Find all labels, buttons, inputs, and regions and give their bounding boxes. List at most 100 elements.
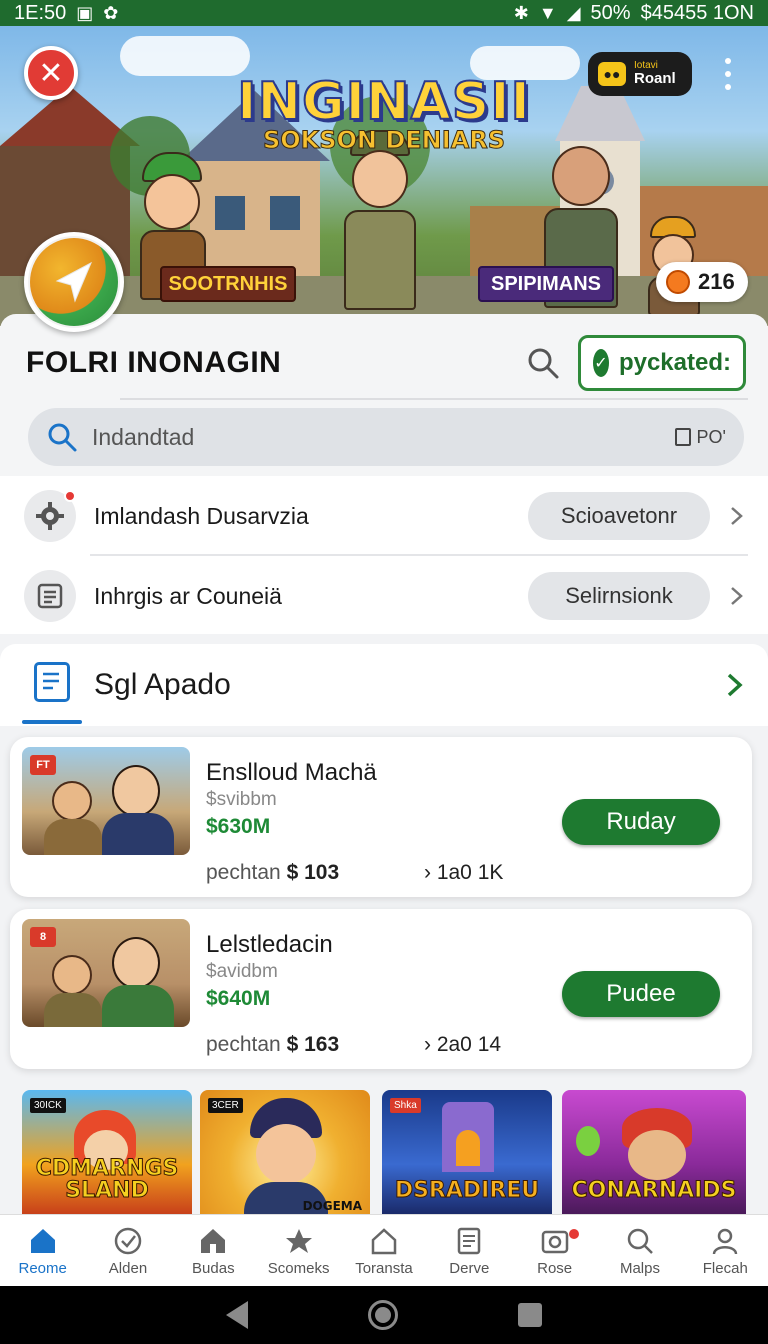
cloud bbox=[120, 36, 250, 76]
settings-row[interactable]: Inhrgis ar Couneiä Selirnsionk bbox=[0, 556, 768, 636]
nav-malps[interactable]: Malps bbox=[597, 1215, 682, 1287]
chevron-right-icon bbox=[731, 507, 743, 525]
listing-meta-secondary: › 2a0 14 bbox=[424, 1033, 502, 1056]
listing-subtitle: $svibbm bbox=[206, 789, 277, 810]
listing-card[interactable]: 8 Lelstledacin $avidbm $640M pechtan $ 1… bbox=[10, 909, 752, 1069]
person-icon bbox=[713, 1228, 738, 1254]
coin-count: 216 bbox=[698, 269, 735, 294]
listing-price: $640M bbox=[206, 987, 271, 1010]
nav-label: Reome bbox=[18, 1259, 67, 1277]
listing-meta-label: pechtan bbox=[206, 861, 281, 884]
home-button-icon[interactable] bbox=[368, 1300, 398, 1330]
nav-alden[interactable]: Alden bbox=[85, 1215, 170, 1287]
bluetooth-icon: ✱ bbox=[513, 3, 529, 23]
nav-rose[interactable]: Rose bbox=[512, 1215, 597, 1287]
notification-dot bbox=[64, 490, 76, 502]
listing-thumbnail: FT bbox=[22, 747, 190, 855]
settings-row-action[interactable]: Scioavetonr bbox=[528, 492, 710, 540]
tile-title: DOGEMA bbox=[302, 1199, 362, 1213]
search-filter[interactable]: PO' bbox=[674, 426, 726, 448]
nav-derve[interactable]: Derve bbox=[427, 1215, 512, 1287]
game-tile[interactable]: 30ICK CDMARNGS SLAND bbox=[22, 1090, 192, 1214]
round-pill[interactable]: ●● Iotavi Roanl bbox=[588, 52, 692, 96]
settings-row-label: Imlandash Dusarvzia bbox=[94, 502, 309, 529]
home-icon bbox=[30, 1228, 55, 1253]
checkmark-icon: ✓ bbox=[593, 349, 609, 377]
search-bar[interactable]: Indandtad PO' bbox=[28, 408, 744, 466]
document-icon bbox=[458, 1227, 481, 1254]
listing-meta-label: pechtan bbox=[206, 1033, 281, 1056]
settings-row-label: Inhrgis ar Couneiä bbox=[94, 582, 282, 609]
search-icon bbox=[627, 1228, 653, 1254]
listing-action-button[interactable]: Ruday bbox=[562, 799, 720, 845]
character-soldier bbox=[330, 126, 430, 316]
document-icon bbox=[24, 570, 76, 622]
picked-button-label: pyckated: bbox=[618, 349, 731, 376]
nav-toransta[interactable]: Toransta bbox=[341, 1215, 426, 1287]
game-tile[interactable]: 3CER DOGEMA bbox=[200, 1090, 370, 1214]
settings-row[interactable]: Imlandash Dusarvzia Scioavetonr bbox=[0, 476, 768, 556]
back-icon[interactable] bbox=[226, 1301, 248, 1329]
close-button[interactable]: ✕ bbox=[24, 46, 78, 100]
check-circle-icon bbox=[114, 1227, 142, 1254]
nav-label: Flecah bbox=[702, 1259, 748, 1277]
hero-subtitle: SOKSON DENIARS bbox=[262, 126, 506, 155]
coin-icon bbox=[666, 270, 690, 294]
listing-meta-secondary: › 1a0 1K bbox=[424, 861, 504, 884]
listing-meta-secondary-value: 2a0 14 bbox=[436, 1033, 502, 1056]
tile-badge: 3CER bbox=[208, 1098, 243, 1113]
listing-meta-value: $ 163 bbox=[286, 1033, 340, 1056]
list-icon bbox=[34, 662, 70, 702]
coin-counter[interactable]: 216 bbox=[656, 262, 748, 302]
nav-flecah[interactable]: Flecah bbox=[683, 1215, 768, 1287]
wifi-icon: ▼ bbox=[538, 3, 557, 23]
settings-notification-icon: ✿ bbox=[103, 3, 119, 23]
page-title: FOLRI INONAGIN bbox=[26, 346, 282, 379]
tile-badge: Shka bbox=[390, 1098, 421, 1113]
nav-label: Rose bbox=[537, 1259, 573, 1277]
recent-apps-icon[interactable] bbox=[518, 1303, 542, 1327]
listing-name: Lelstledacin bbox=[206, 931, 333, 958]
tile-title: DSRADIREU bbox=[394, 1178, 540, 1203]
listing-name: Enslloud Machä bbox=[206, 759, 377, 786]
round-pill-label: Roanl bbox=[634, 70, 676, 88]
image-notification-icon: ▣ bbox=[76, 3, 94, 23]
tag-right: SPIPIMANS bbox=[478, 266, 614, 302]
tile-title: CONARNAIDS bbox=[571, 1178, 737, 1203]
nav-budas[interactable]: Budas bbox=[171, 1215, 256, 1287]
clock: 1E:50 bbox=[14, 1, 67, 24]
listing-badge: 8 bbox=[30, 927, 56, 947]
listing-meta: pechtan $ 103 bbox=[206, 861, 339, 885]
chevron-right-icon bbox=[731, 587, 743, 605]
section-tab-indicator bbox=[22, 720, 82, 724]
tile-title: CDMARNGS SLAND bbox=[35, 1156, 179, 1203]
picked-button[interactable]: ✓ pyckated: bbox=[578, 335, 746, 391]
listing-card[interactable]: FT Enslloud Machä $svibbm $630M pechtan … bbox=[10, 737, 752, 897]
chevron-right-icon[interactable] bbox=[724, 672, 746, 698]
tag-left: SOOTRNHIS bbox=[160, 266, 296, 302]
listing-badge: FT bbox=[30, 755, 56, 775]
search-filter-label: PO' bbox=[696, 426, 726, 447]
nav-label: Alden bbox=[108, 1259, 148, 1277]
listing-action-button[interactable]: Pudee bbox=[562, 971, 720, 1017]
star-icon bbox=[285, 1228, 312, 1253]
nav-label: Budas bbox=[192, 1259, 235, 1277]
nav-scomeks[interactable]: Scomeks bbox=[256, 1215, 341, 1287]
search-icon[interactable] bbox=[526, 346, 560, 380]
listing-price: $630M bbox=[206, 815, 271, 838]
nav-label: Scomeks bbox=[267, 1259, 330, 1277]
gamepad-icon: ●● bbox=[598, 62, 626, 86]
clipboard-icon bbox=[674, 428, 691, 446]
more-options-icon[interactable] bbox=[716, 56, 740, 92]
search-input[interactable]: Indandtad bbox=[92, 424, 661, 451]
battery-level: 50% bbox=[590, 1, 631, 24]
game-tile[interactable]: Shka DSRADIREU bbox=[382, 1090, 552, 1214]
status-bar: 1E:50 ▣ ✿ ✱ ▼ ◢ 50% $45455 1ON bbox=[0, 0, 768, 26]
bottom-navigation: Reome Alden Budas Scomeks Toransta Derve… bbox=[0, 1214, 768, 1286]
settings-row-action[interactable]: Selirnsionk bbox=[528, 572, 710, 620]
listing-subtitle: $avidbm bbox=[206, 961, 278, 982]
nav-home[interactable]: Reome bbox=[0, 1215, 85, 1287]
game-tile[interactable]: CONARNAIDS bbox=[562, 1090, 746, 1214]
close-icon: ✕ bbox=[38, 56, 64, 90]
listing-meta-value: $ 103 bbox=[286, 861, 340, 884]
